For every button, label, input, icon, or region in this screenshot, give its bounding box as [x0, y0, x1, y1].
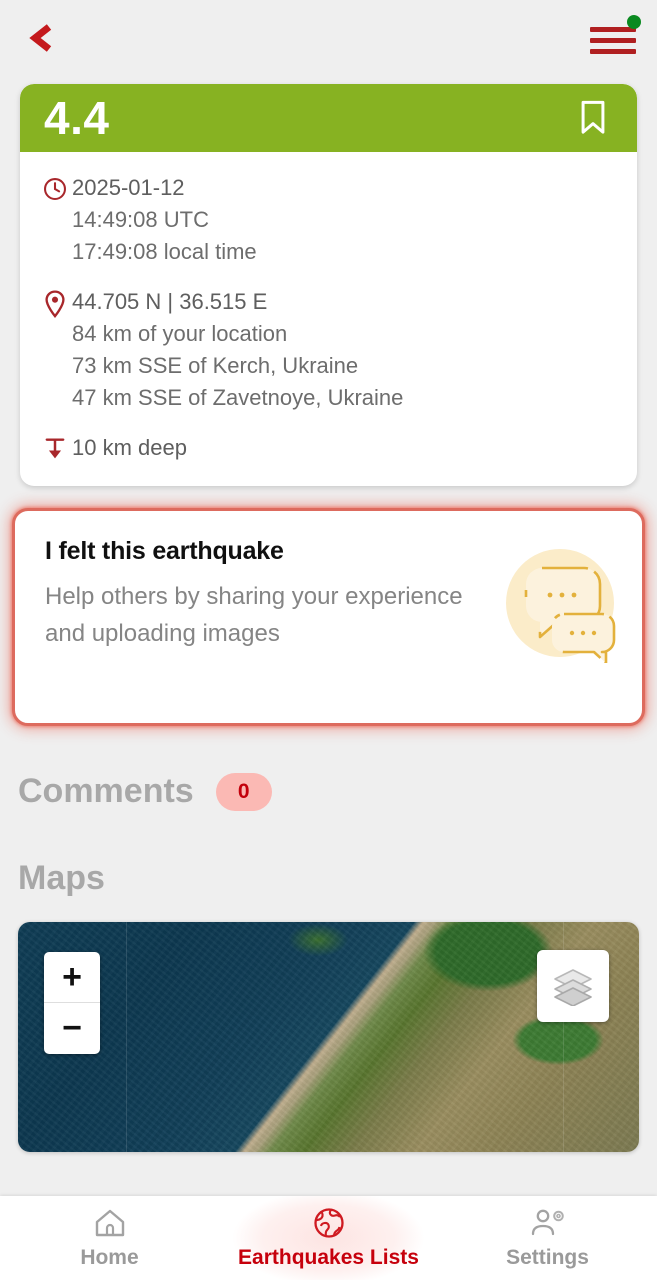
nav-label-earthquakes-lists: Earthquakes Lists: [238, 1246, 419, 1269]
nav-label-settings: Settings: [506, 1246, 589, 1269]
hamburger-menu-button[interactable]: [585, 10, 641, 60]
nav-item-settings[interactable]: Settings: [438, 1196, 657, 1280]
felt-card-title: I felt this earthquake: [45, 537, 284, 565]
bookmark-icon: [581, 100, 605, 134]
nav-label-home: Home: [80, 1246, 139, 1269]
bottom-navigation-bar: Home Earthquakes Lists Settings: [0, 1196, 657, 1280]
time-row: 2025-01-12 14:49:08 UTC 17:49:08 local t…: [38, 172, 619, 268]
user-settings-icon: [529, 1206, 567, 1240]
menu-notification-dot: [627, 15, 641, 29]
home-icon: [93, 1206, 127, 1240]
hamburger-bar: [590, 49, 636, 54]
map-zoom-controls[interactable]: + −: [44, 952, 100, 1054]
magnitude-value: 4.4: [44, 92, 110, 144]
chat-bubbles-icon: [502, 545, 620, 663]
distance-from-town: 47 km SSE of Zavetnoye, Ukraine: [72, 385, 404, 410]
maps-title: Maps: [18, 859, 105, 897]
chevron-left-icon: [29, 24, 52, 52]
time-lines: 2025-01-12 14:49:08 UTC 17:49:08 local t…: [72, 172, 257, 268]
zoom-out-button[interactable]: −: [44, 1003, 100, 1054]
map-layers-icon: [554, 969, 592, 1006]
earthquake-info-body: 2025-01-12 14:49:08 UTC 17:49:08 local t…: [20, 152, 637, 486]
depth-value: 10 km deep: [72, 435, 187, 460]
clock-icon: [38, 172, 72, 202]
map-pin-icon: [38, 286, 72, 318]
depth-lines: 10 km deep: [72, 432, 187, 464]
depth-row: 10 km deep: [38, 432, 619, 464]
magnitude-header: 4.4: [20, 84, 637, 152]
maps-section-header: Maps: [0, 859, 657, 898]
depth-arrow-icon: [38, 432, 72, 462]
location-row: 44.705 N | 36.515 E 84 km of your locati…: [38, 286, 619, 414]
bookmark-button[interactable]: [571, 96, 615, 140]
hamburger-bar: [590, 38, 636, 43]
earthquake-detail-card: 4.4 2025-01-12 14:49:08 UTC 17:49:08 loc…: [20, 84, 637, 486]
distance-from-user: 84 km of your location: [72, 321, 288, 346]
felt-earthquake-card[interactable]: I felt this earthquake Help others by sh…: [12, 508, 645, 726]
map-tile-boundary: [126, 922, 127, 1152]
felt-card-subtitle: Help others by sharing your experience a…: [45, 583, 463, 647]
top-bar: [0, 0, 657, 72]
map-layers-button[interactable]: [537, 950, 609, 1022]
event-time-utc: 14:49:08 UTC: [72, 207, 209, 232]
zoom-in-button[interactable]: +: [44, 952, 100, 1003]
comments-section-header[interactable]: Comments 0: [0, 772, 657, 811]
coordinates: 44.705 N | 36.515 E: [72, 289, 268, 314]
event-time-local: 17:49:08 local time: [72, 239, 257, 264]
felt-card-text: I felt this earthquake Help others by sh…: [45, 537, 475, 652]
back-button[interactable]: [18, 14, 66, 62]
distance-from-city: 73 km SSE of Kerch, Ukraine: [72, 353, 359, 378]
location-lines: 44.705 N | 36.515 E 84 km of your locati…: [72, 286, 403, 414]
comments-title: Comments: [18, 772, 194, 810]
nav-item-earthquakes-lists[interactable]: Earthquakes Lists: [219, 1196, 438, 1280]
globe-icon: [312, 1206, 346, 1240]
nav-item-home[interactable]: Home: [0, 1196, 219, 1280]
event-date: 2025-01-12: [72, 175, 185, 200]
map-view[interactable]: + −: [18, 922, 639, 1152]
comments-count-badge: 0: [215, 772, 272, 811]
